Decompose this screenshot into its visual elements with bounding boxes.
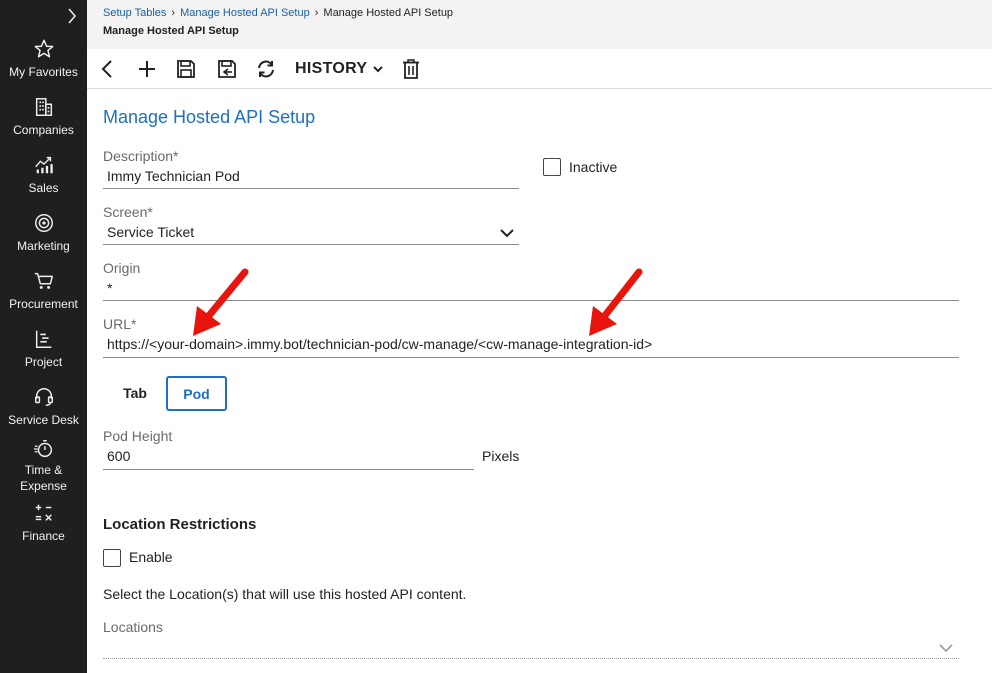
sidebar: My Favorites Companies Sales Marketing P	[0, 0, 87, 673]
breadcrumb-link-manage-hosted-api[interactable]: Manage Hosted API Setup	[180, 7, 310, 19]
sidebar-item-marketing[interactable]: Marketing	[0, 212, 87, 254]
sidebar-item-service-desk[interactable]: Service Desk	[0, 386, 87, 428]
save-icon[interactable]	[175, 58, 197, 80]
sidebar-item-label: Sales	[28, 181, 59, 195]
tab-pod[interactable]: Pod	[166, 376, 227, 411]
sidebar-item-procurement[interactable]: Procurement	[0, 270, 87, 312]
headset-icon	[33, 386, 55, 408]
back-icon[interactable]	[97, 58, 119, 80]
pod-height-label: Pod Height	[103, 428, 173, 444]
sidebar-item-project[interactable]: Project	[0, 328, 87, 370]
chevron-down-icon[interactable]	[938, 640, 954, 656]
target-icon	[33, 212, 55, 234]
location-description: Select the Location(s) that will use thi…	[103, 586, 467, 602]
page-title: Manage Hosted API Setup	[103, 107, 316, 127]
star-icon	[33, 38, 55, 60]
sidebar-item-companies[interactable]: Companies	[0, 96, 87, 138]
enable-checkbox[interactable]	[103, 549, 121, 567]
chevron-right-icon: ›	[314, 7, 319, 19]
locations-label: Locations	[103, 619, 163, 635]
history-label: HISTORY	[295, 60, 368, 77]
sidebar-item-time-expense[interactable]: Time & Expense	[0, 438, 87, 494]
breadcrumb-link-setup-tables[interactable]: Setup Tables	[103, 7, 166, 19]
origin-label: Origin	[103, 260, 141, 276]
sidebar-item-label: Companies	[13, 123, 74, 137]
refresh-icon[interactable]	[255, 58, 277, 80]
chevron-right-icon: ›	[171, 7, 176, 19]
sidebar-item-label: Time &	[24, 463, 63, 477]
inactive-checkbox[interactable]	[543, 158, 561, 176]
annotation-arrow-icon	[193, 268, 249, 336]
save-and-close-icon[interactable]	[216, 58, 238, 80]
header-title: Manage Hosted API Setup	[103, 25, 239, 37]
location-restrictions-title: Location Restrictions	[103, 516, 257, 533]
chevron-down-icon[interactable]	[499, 225, 515, 241]
description-label: Description*	[103, 148, 179, 164]
pod-height-unit: Pixels	[482, 448, 520, 464]
url-label: URL*	[103, 316, 137, 332]
sidebar-item-label: Project	[24, 355, 63, 369]
sidebar-item-sales[interactable]: Sales	[0, 154, 87, 196]
calculator-icon	[33, 502, 55, 524]
add-icon[interactable]	[136, 58, 158, 80]
screen-underline	[103, 244, 519, 245]
sidebar-item-label: Service Desk	[8, 413, 79, 427]
sidebar-item-finance[interactable]: Finance	[0, 502, 87, 544]
pod-height-input[interactable]: 600	[107, 448, 130, 464]
sidebar-item-label: Marketing	[17, 239, 70, 253]
screen-select[interactable]: Service Ticket	[107, 224, 194, 240]
chevron-down-icon	[373, 66, 384, 73]
stopwatch-icon	[33, 438, 55, 460]
breadcrumb-bar: Setup Tables › Manage Hosted API Setup ›…	[87, 0, 992, 49]
description-input[interactable]: Immy Technician Pod	[107, 168, 240, 184]
chevron-right-icon[interactable]	[64, 6, 80, 26]
breadcrumb-current: Manage Hosted API Setup	[323, 7, 454, 19]
url-underline	[103, 357, 959, 358]
description-underline	[103, 188, 519, 189]
enable-label: Enable	[129, 549, 173, 565]
sidebar-item-label: Finance	[22, 529, 65, 543]
sidebar-item-label: Procurement	[9, 297, 78, 311]
inactive-label: Inactive	[569, 159, 618, 175]
cart-icon	[33, 270, 55, 292]
tab-tab[interactable]: Tab	[115, 376, 155, 410]
pod-height-underline	[103, 469, 474, 470]
annotation-arrow-icon	[589, 268, 643, 336]
history-dropdown[interactable]: HISTORY	[295, 60, 384, 78]
delete-icon[interactable]	[400, 58, 422, 80]
building-icon	[33, 96, 55, 118]
project-icon	[33, 328, 55, 350]
sidebar-item-my-favorites[interactable]: My Favorites	[0, 38, 87, 80]
screen-label: Screen*	[103, 204, 153, 220]
chart-icon	[33, 154, 55, 176]
locations-select-underline[interactable]	[103, 658, 959, 659]
breadcrumb: Setup Tables › Manage Hosted API Setup ›…	[103, 7, 453, 19]
app-window: My Favorites Companies Sales Marketing P	[0, 0, 992, 673]
sidebar-item-label: Expense	[20, 479, 67, 493]
sidebar-item-label: My Favorites	[9, 65, 78, 79]
toolbar: HISTORY	[87, 49, 992, 89]
origin-input[interactable]: *	[107, 280, 112, 296]
